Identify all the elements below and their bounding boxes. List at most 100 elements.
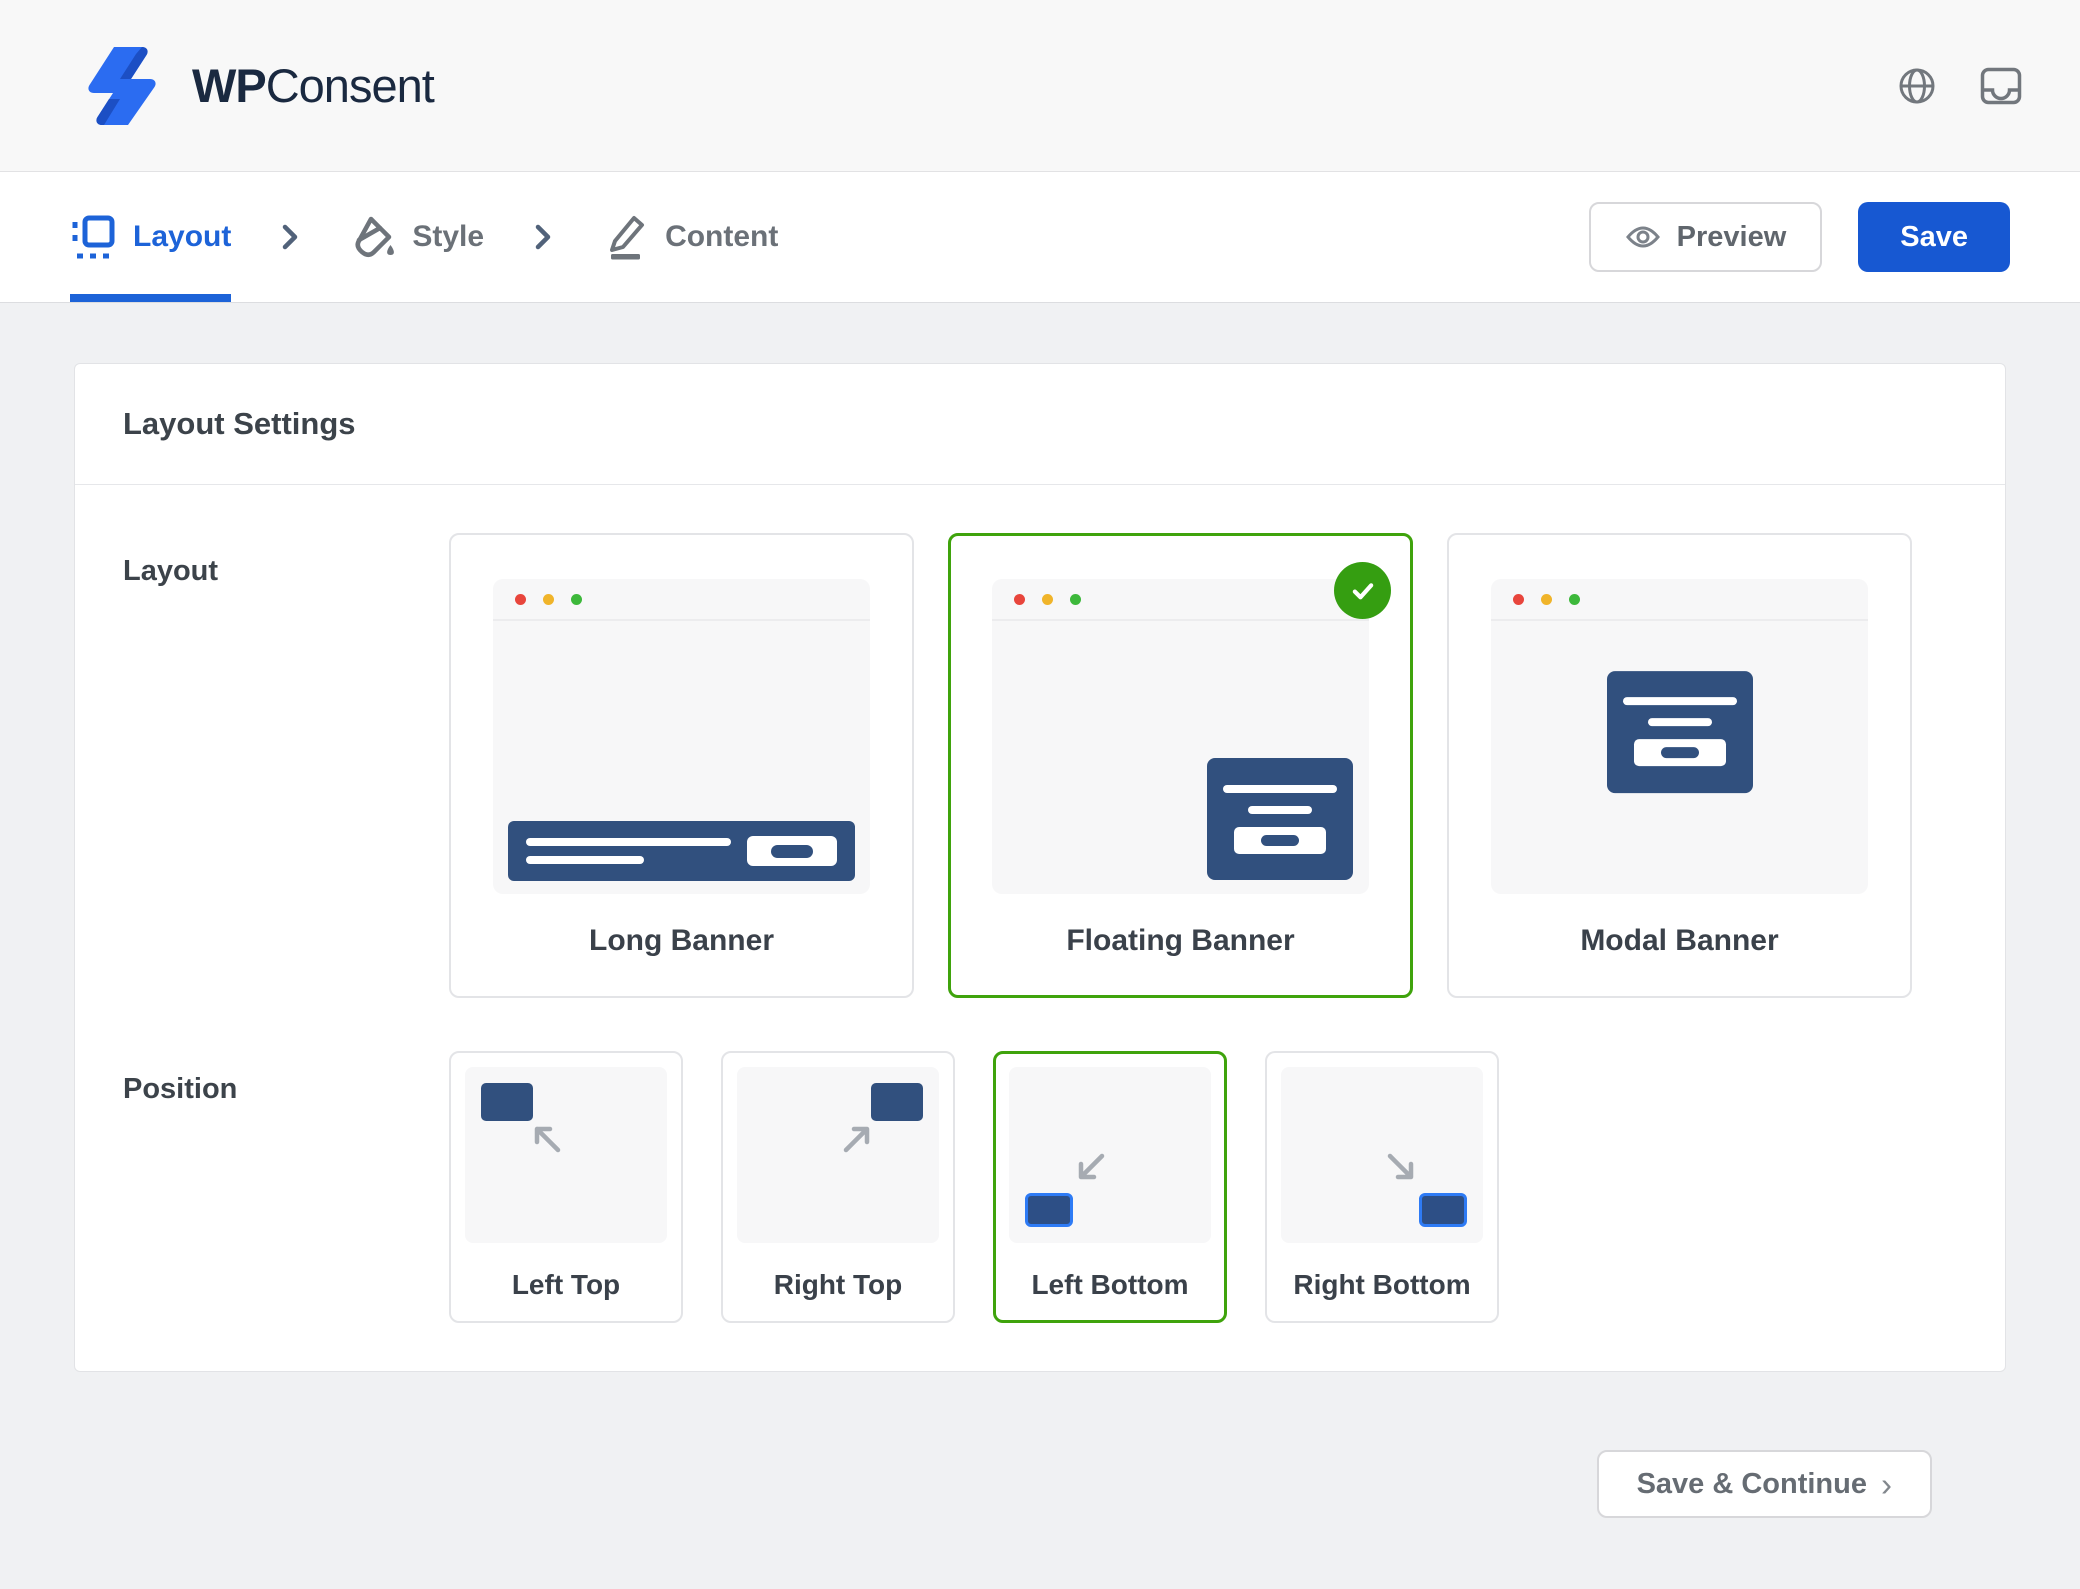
save-button[interactable]: Save	[1858, 202, 2010, 272]
save-continue-button[interactable]: Save & Continue ›	[1597, 1450, 1932, 1518]
position-option-label: Right Bottom	[1293, 1269, 1470, 1301]
position-option-right-bottom[interactable]: Right Bottom	[1265, 1051, 1499, 1323]
main-content: Layout Settings Layout	[0, 303, 2080, 1518]
banner-position-rect	[1419, 1193, 1467, 1227]
selected-check-icon	[1334, 562, 1391, 619]
traffic-dot-red	[515, 594, 526, 605]
wpconsent-app: WPConsent	[0, 0, 2080, 1518]
traffic-dot-green	[1569, 594, 1580, 605]
header-actions	[1898, 67, 2022, 105]
chevron-right-icon: ›	[1881, 1468, 1892, 1501]
position-option-left-top[interactable]: Left Top	[449, 1051, 683, 1323]
arrow-up-right-icon	[837, 1117, 879, 1159]
banner-button-label-pill	[771, 845, 813, 858]
chevron-right-icon	[534, 223, 552, 251]
position-option-label: Left Top	[512, 1269, 620, 1301]
banner-line	[1623, 697, 1737, 705]
banner-button-mockup	[1234, 827, 1326, 854]
position-row-label: Position	[123, 1051, 449, 1323]
traffic-dot-yellow	[1042, 594, 1053, 605]
layout-icon	[70, 214, 116, 260]
position-option-label: Left Bottom	[1031, 1269, 1188, 1301]
floating-banner-mockup	[1207, 758, 1353, 880]
tab-layout[interactable]: Layout	[70, 172, 231, 302]
layout-option-modal-banner[interactable]: Modal Banner	[1447, 533, 1912, 998]
preview-button[interactable]: Preview	[1589, 202, 1823, 272]
banner-position-rect	[871, 1083, 923, 1121]
traffic-dot-yellow	[543, 594, 554, 605]
layout-option-floating-banner[interactable]: Floating Banner	[948, 533, 1413, 998]
browser-titlebar	[992, 579, 1369, 621]
position-setting-row: Position Left Top	[123, 1051, 1957, 1323]
layout-options: Long Banner	[449, 533, 1912, 998]
pencil-icon	[602, 214, 648, 260]
position-mockup	[465, 1067, 667, 1243]
long-banner-mockup	[508, 821, 855, 881]
banner-button-mockup	[747, 836, 837, 866]
chevron-right-icon	[281, 223, 299, 251]
brand-wp: WP	[192, 59, 266, 112]
position-option-label: Right Top	[774, 1269, 903, 1301]
arrow-down-left-icon	[1069, 1147, 1111, 1189]
footer-actions: Save & Continue ›	[74, 1372, 2006, 1518]
tab-content-label: Content	[665, 220, 778, 254]
panel-header: Layout Settings	[75, 364, 2005, 485]
banner-button-mockup	[1634, 739, 1726, 766]
panel-body: Layout	[75, 485, 2005, 1371]
modal-banner-mockup	[1607, 671, 1753, 793]
arrow-down-right-icon	[1381, 1147, 1423, 1189]
browser-mockup	[992, 579, 1369, 894]
layout-option-label: Long Banner	[589, 924, 774, 958]
layout-option-long-banner[interactable]: Long Banner	[449, 533, 914, 998]
tab-style-label: Style	[412, 220, 484, 254]
tab-layout-label: Layout	[133, 220, 231, 254]
paint-bucket-icon	[349, 214, 395, 260]
globe-icon[interactable]	[1898, 67, 1936, 105]
preview-button-label: Preview	[1677, 221, 1787, 254]
layout-setting-row: Layout	[123, 533, 1957, 998]
banner-position-rect	[481, 1083, 533, 1121]
banner-line	[526, 838, 731, 846]
browser-mockup	[493, 579, 870, 894]
tab-style[interactable]: Style	[349, 172, 484, 302]
save-continue-label: Save & Continue	[1637, 1468, 1867, 1501]
traffic-dot-red	[1014, 594, 1025, 605]
position-option-left-bottom[interactable]: Left Bottom	[993, 1051, 1227, 1323]
banner-button-label-pill	[1661, 747, 1699, 758]
banner-button-label-pill	[1261, 835, 1299, 846]
layout-option-label: Floating Banner	[1066, 924, 1294, 958]
banner-text-lines	[526, 838, 747, 864]
eye-icon	[1625, 224, 1661, 250]
nav-actions: Preview Save	[1589, 202, 2010, 272]
browser-mockup	[1491, 579, 1868, 894]
traffic-dot-yellow	[1541, 594, 1552, 605]
traffic-dot-green	[1070, 594, 1081, 605]
brand-name: WPConsent	[192, 58, 434, 113]
position-mockup	[737, 1067, 939, 1243]
browser-titlebar	[1491, 579, 1868, 621]
banner-line	[526, 856, 644, 864]
banner-line	[1648, 718, 1712, 726]
position-option-right-top[interactable]: Right Top	[721, 1051, 955, 1323]
tab-content[interactable]: Content	[602, 172, 778, 302]
banner-position-rect	[1025, 1193, 1073, 1227]
position-options: Left Top Right Top	[449, 1051, 1499, 1323]
arrow-up-left-icon	[525, 1117, 567, 1159]
brand-consent: Consent	[266, 59, 434, 112]
layout-row-label: Layout	[123, 533, 449, 998]
layout-settings-panel: Layout Settings Layout	[74, 363, 2006, 1372]
banner-line	[1248, 806, 1312, 814]
position-mockup	[1009, 1067, 1211, 1243]
panel-title: Layout Settings	[123, 406, 1957, 442]
traffic-dot-green	[571, 594, 582, 605]
wpconsent-logo-icon	[72, 45, 168, 127]
step-navbar: Layout Style Content	[0, 172, 2080, 303]
top-header: WPConsent	[0, 0, 2080, 172]
position-mockup	[1281, 1067, 1483, 1243]
inbox-icon[interactable]	[1980, 67, 2022, 105]
brand-logo: WPConsent	[72, 45, 434, 127]
banner-line	[1223, 785, 1337, 793]
browser-titlebar	[493, 579, 870, 621]
traffic-dot-red	[1513, 594, 1524, 605]
layout-option-label: Modal Banner	[1580, 924, 1778, 958]
